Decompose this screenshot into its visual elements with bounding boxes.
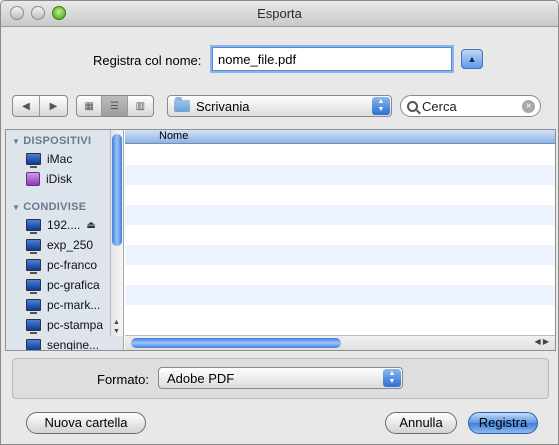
sidebar-item-pc-stampa[interactable]: pc-stampa [26, 316, 106, 334]
sidebar-item-idisk[interactable]: iDisk [26, 170, 106, 188]
folder-icon [174, 97, 190, 112]
sidebar-scroll-arrows-icon[interactable]: ▲ ▼ [110, 318, 123, 336]
sidebar-section-shared[interactable]: ▼ CONDIVISE [12, 201, 86, 213]
navigation-buttons: ◀ ▶ [12, 95, 68, 117]
imac-icon [26, 153, 41, 168]
horizontal-scroll-arrows-icon[interactable]: ◀ ▶ [534, 337, 549, 346]
popup-arrows-icon: ▲ ▼ [383, 369, 401, 387]
format-value: Adobe PDF [167, 371, 235, 386]
network-pc-icon [26, 259, 41, 274]
back-button[interactable]: ◀ [13, 96, 40, 116]
location-label: Scrivania [196, 98, 250, 114]
sidebar-scrollbar[interactable] [110, 130, 123, 336]
export-dialog: Esporta Registra col nome: ▲ ◀ ▶ ▦ ☰ ▥ S… [0, 0, 559, 445]
back-arrow-icon: ◀ [22, 100, 30, 112]
location-popup[interactable]: Scrivania ▲ ▼ [167, 95, 392, 117]
horizontal-scrollbar[interactable]: ◀ ▶ [125, 335, 555, 350]
view-mode-buttons: ▦ ☰ ▥ [76, 95, 154, 117]
list-row [125, 145, 555, 165]
network-mac-icon [26, 219, 41, 234]
network-pc-icon [26, 279, 41, 294]
sidebar-section-devices[interactable]: ▼ DISPOSITIVI [12, 135, 91, 147]
file-list[interactable]: Nome ◀ ▶ [125, 130, 555, 350]
network-pc-icon [26, 299, 41, 314]
list-row [125, 285, 555, 305]
save-as-label: Registra col nome: [93, 53, 202, 68]
title-bar: Esporta [1, 1, 558, 27]
new-folder-button[interactable]: Nuova cartella [26, 412, 146, 434]
cancel-button[interactable]: Annulla [385, 412, 457, 434]
list-row [125, 265, 555, 285]
sidebar-item-192[interactable]: 192.... ⏏ [26, 216, 106, 234]
list-view-button[interactable]: ☰ [102, 96, 128, 116]
eject-icon[interactable]: ⏏ [86, 220, 95, 231]
column-view-button[interactable]: ▥ [128, 96, 153, 116]
sidebar-item-exp-250[interactable]: exp_250 [26, 236, 106, 254]
popup-arrows-icon: ▲ ▼ [372, 97, 390, 115]
icon-view-button[interactable]: ▦ [77, 96, 103, 116]
window-title: Esporta [257, 6, 302, 21]
icon-view-icon: ▦ [84, 100, 94, 112]
filename-input[interactable] [212, 47, 452, 71]
column-header-name[interactable]: Nome [125, 130, 555, 144]
disclosure-triangle-icon: ▼ [12, 203, 21, 212]
list-row [125, 185, 555, 205]
sidebar-scroll-thumb[interactable] [112, 134, 122, 246]
list-row [125, 305, 555, 325]
save-button[interactable]: Registra [468, 412, 538, 434]
forward-arrow-icon: ▶ [49, 100, 58, 112]
network-mac-icon [26, 239, 41, 254]
list-row [125, 205, 555, 225]
forward-button[interactable]: ▶ [40, 96, 67, 116]
idisk-icon [26, 172, 40, 186]
list-view-icon: ☰ [110, 100, 119, 112]
sidebar-item-pc-mark[interactable]: pc-mark... [26, 296, 106, 314]
sidebar-item-pc-grafica[interactable]: pc-grafica [26, 276, 106, 294]
network-pc-icon [26, 319, 41, 334]
file-browser: ▼ DISPOSITIVI iMac iDisk ▼ CONDIVISE 192..… [5, 129, 556, 351]
search-icon [407, 100, 418, 112]
format-label: Formato: [97, 372, 150, 387]
sidebar: ▼ DISPOSITIVI iMac iDisk ▼ CONDIVISE 192..… [6, 130, 124, 350]
search-field[interactable]: Cerca × [400, 95, 541, 117]
list-row [125, 165, 555, 185]
network-pc-icon [26, 339, 41, 350]
column-view-icon: ▥ [135, 100, 146, 112]
disclosure-triangle-icon: ▼ [12, 137, 21, 146]
collapse-dialog-button[interactable]: ▲ [461, 49, 483, 69]
sidebar-item-sengine[interactable]: sengine... [26, 336, 106, 350]
horizontal-scroll-thumb[interactable] [131, 338, 341, 348]
list-row [125, 245, 555, 265]
sidebar-item-pc-franco[interactable]: pc-franco [26, 256, 106, 274]
format-popup[interactable]: Adobe PDF ▲ ▼ [158, 367, 403, 389]
triangle-up-icon: ▲ [467, 54, 477, 64]
search-input-text[interactable]: Cerca [422, 99, 457, 114]
list-row [125, 225, 555, 245]
clear-search-icon[interactable]: × [522, 100, 535, 113]
sidebar-item-imac[interactable]: iMac [26, 150, 106, 168]
